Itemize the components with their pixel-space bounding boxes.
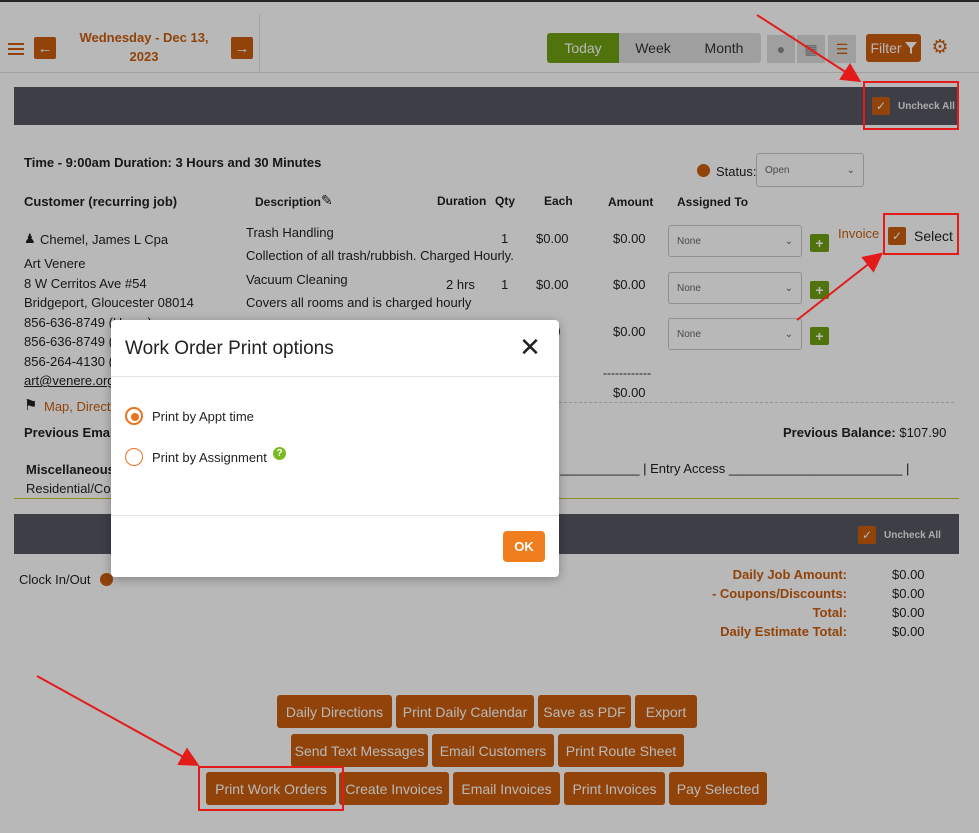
annotation-arrow bbox=[36, 675, 200, 766]
annotation-arrow bbox=[796, 252, 884, 321]
annotation-arrow bbox=[756, 14, 862, 83]
annotation-arrows bbox=[36, 14, 884, 766]
